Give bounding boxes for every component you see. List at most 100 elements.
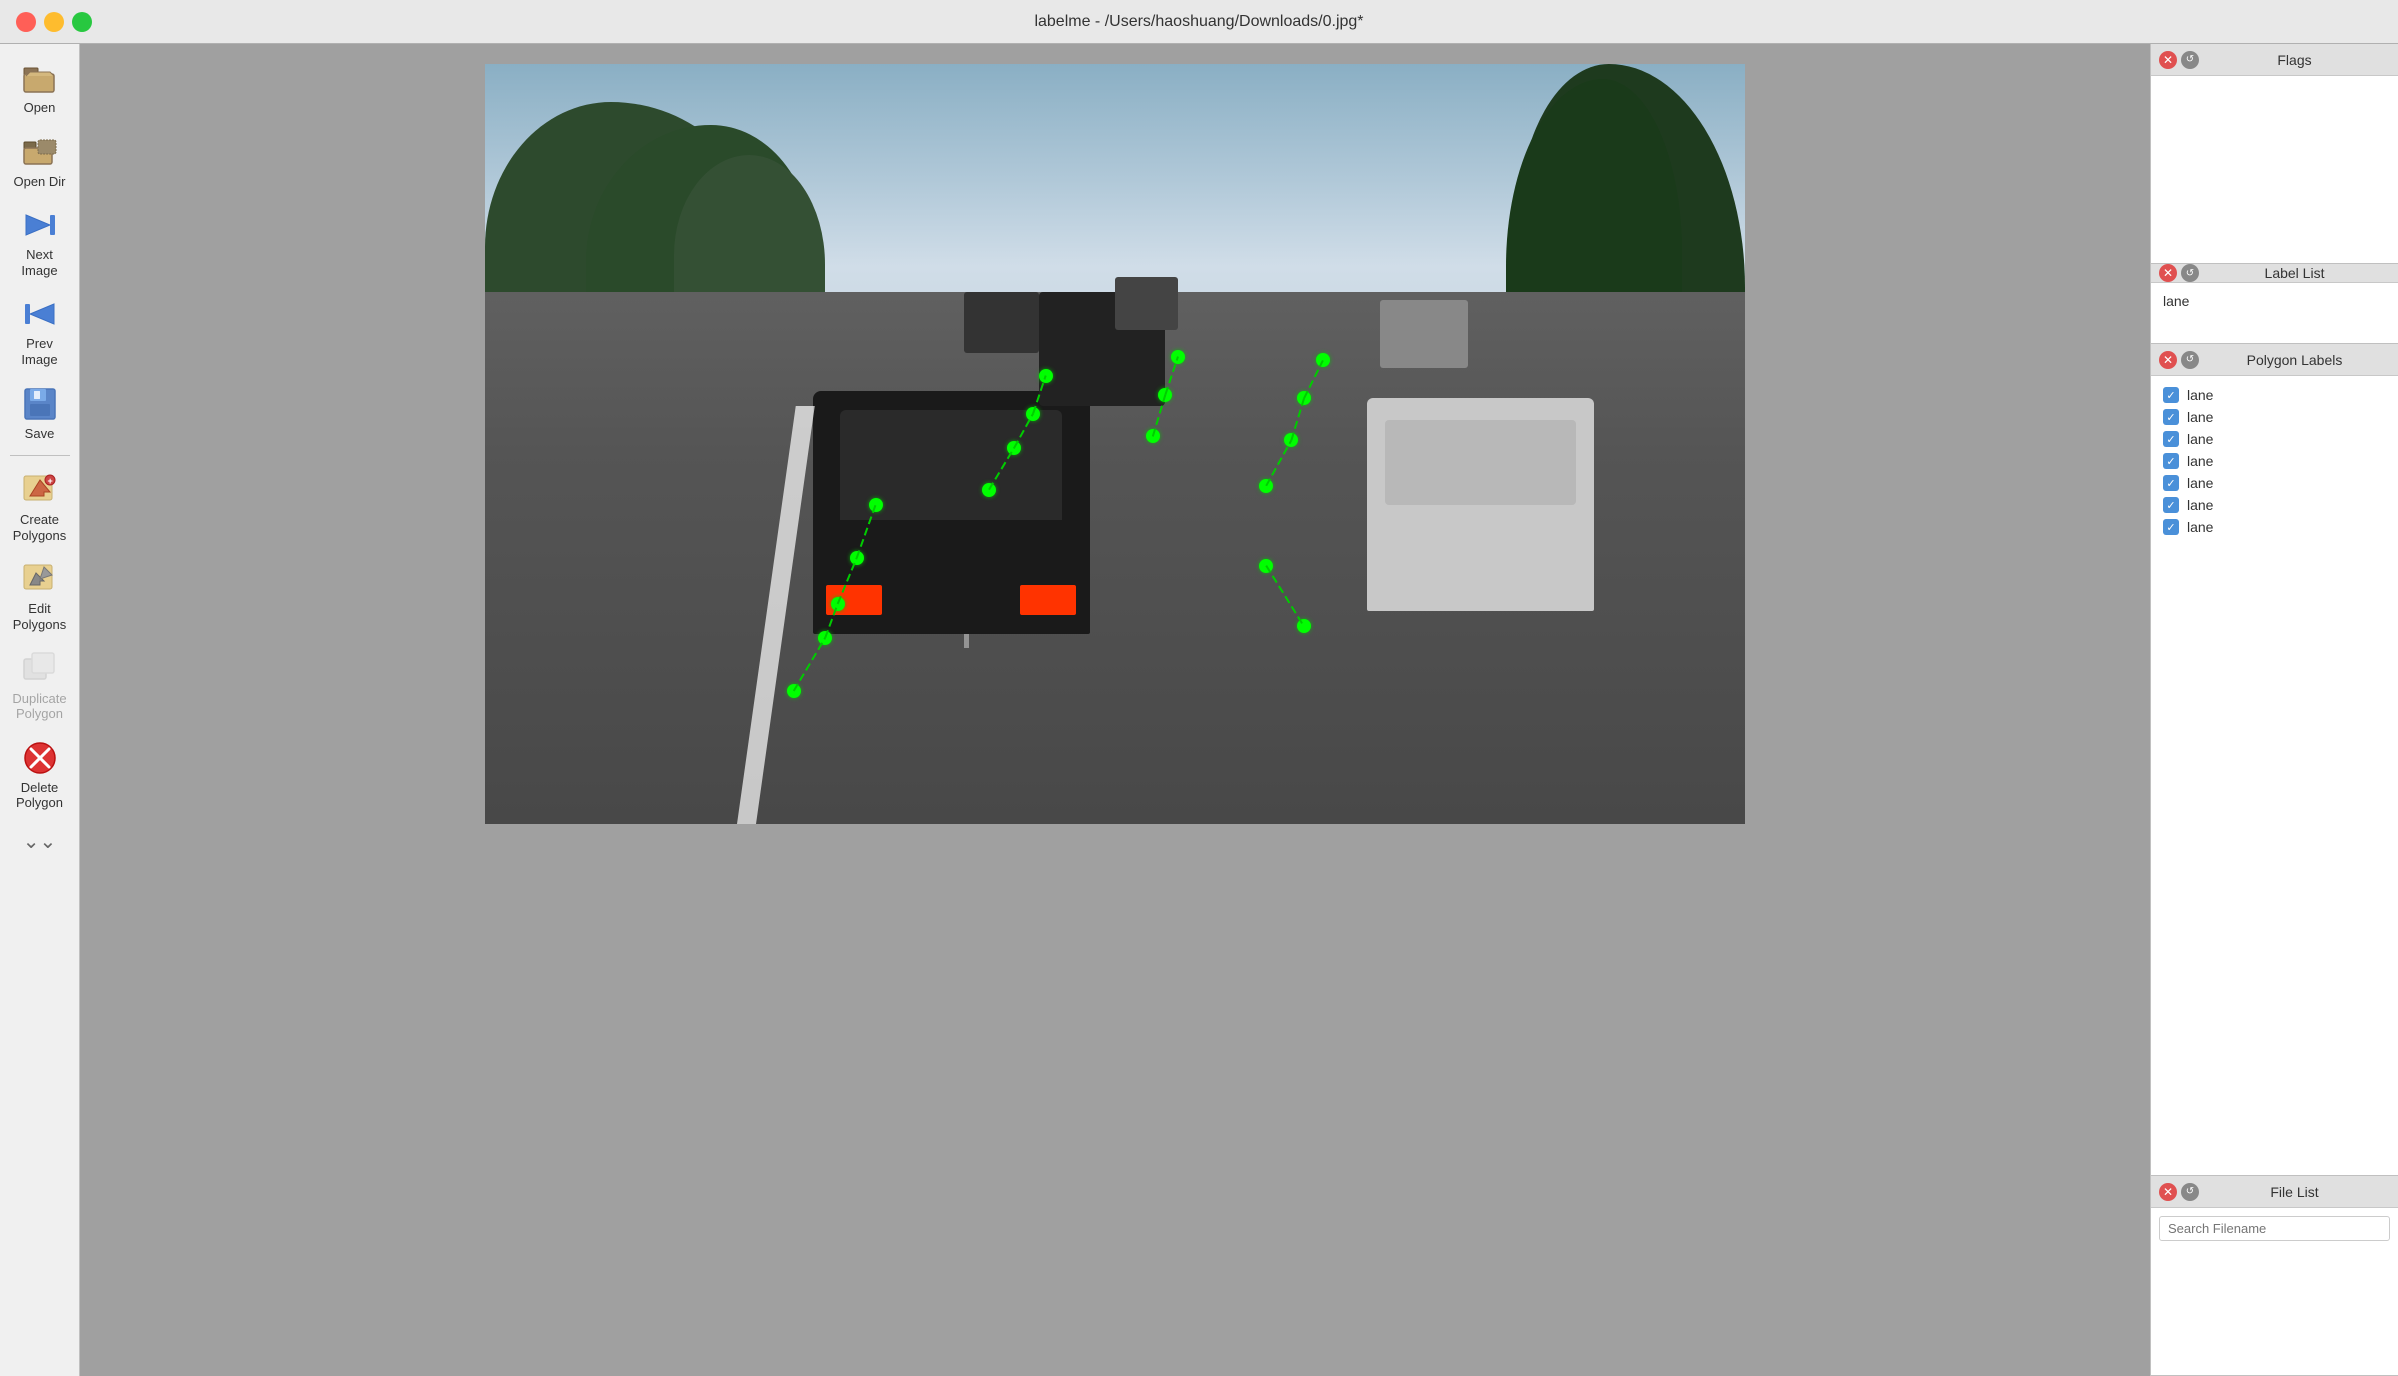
polygon-label-row-1: lane — [2159, 406, 2390, 428]
file-list-body — [2151, 1208, 2398, 1375]
label-list-close-button[interactable]: ✕ — [2159, 264, 2177, 282]
green-dot-12 — [1171, 350, 1185, 364]
file-list-section: ✕ ↺ File List — [2151, 1176, 2398, 1376]
edit-polygons-icon — [20, 559, 60, 599]
polygon-label-row-4: lane — [2159, 472, 2390, 494]
green-dot-1 — [787, 684, 801, 698]
polygon-label-text-0: lane — [2187, 387, 2213, 403]
minimize-button[interactable] — [44, 12, 64, 32]
save-button[interactable]: Save — [4, 378, 76, 448]
label-list-title: Label List — [2199, 265, 2390, 281]
delete-polygon-label: Delete Polygon — [8, 780, 72, 811]
polygon-label-text-5: lane — [2187, 497, 2213, 513]
flags-body — [2151, 76, 2398, 263]
right-panel: ✕ ↺ Flags ✕ ↺ Label List lane ✕ ↺ Polygo… — [2150, 44, 2398, 1376]
close-button[interactable] — [16, 12, 36, 32]
canvas-area — [80, 44, 2150, 1376]
green-dot-5 — [869, 498, 883, 512]
polygon-label-text-2: lane — [2187, 431, 2213, 447]
green-dot-6 — [982, 483, 996, 497]
open-button[interactable]: Open — [4, 52, 76, 122]
file-list-title: File List — [2199, 1184, 2390, 1200]
flags-section: ✕ ↺ Flags — [2151, 44, 2398, 264]
polygon-label-row-5: lane — [2159, 494, 2390, 516]
car-right-white — [1367, 398, 1594, 611]
prev-image-button[interactable]: Prev Image — [4, 288, 76, 373]
create-polygons-button[interactable]: + Create Polygons — [4, 464, 76, 549]
polygon-checkbox-5[interactable] — [2163, 497, 2179, 513]
polygon-labels-reset-button[interactable]: ↺ — [2181, 351, 2199, 369]
polygon-label-text-3: lane — [2187, 453, 2213, 469]
polygon-checkbox-3[interactable] — [2163, 453, 2179, 469]
search-filename-input[interactable] — [2159, 1216, 2390, 1241]
polygon-label-row-0: lane — [2159, 384, 2390, 406]
maximize-button[interactable] — [72, 12, 92, 32]
create-polygons-label: Create Polygons — [8, 512, 72, 543]
road-image — [485, 64, 1745, 824]
duplicate-polygon-button[interactable]: Duplicate Polygon — [4, 643, 76, 728]
label-list-item-0: lane — [2159, 291, 2390, 311]
polygon-checkbox-4[interactable] — [2163, 475, 2179, 491]
open-dir-label: Open Dir — [13, 174, 65, 190]
flags-header: ✕ ↺ Flags — [2151, 44, 2398, 76]
flags-reset-button[interactable]: ↺ — [2181, 51, 2199, 69]
polygon-checkbox-6[interactable] — [2163, 519, 2179, 535]
green-dot-16 — [1316, 353, 1330, 367]
next-image-icon — [20, 205, 60, 245]
polygon-checkbox-1[interactable] — [2163, 409, 2179, 425]
green-dot-11 — [1158, 388, 1172, 402]
label-list-header: ✕ ↺ Label List — [2151, 264, 2398, 283]
polygon-labels-body: lane lane lane lane lane — [2151, 376, 2398, 1175]
green-dot-15 — [1297, 391, 1311, 405]
toolbar: Open Open Dir Next Image — [0, 44, 80, 1376]
open-dir-icon — [20, 132, 60, 172]
car-front-large — [813, 391, 1090, 634]
polygon-label-text-4: lane — [2187, 475, 2213, 491]
open-label: Open — [24, 100, 56, 116]
save-icon — [20, 384, 60, 424]
polygon-label-text-6: lane — [2187, 519, 2213, 535]
flags-title: Flags — [2199, 52, 2390, 68]
polygon-labels-close-button[interactable]: ✕ — [2159, 351, 2177, 369]
delete-polygon-button[interactable]: Delete Polygon — [4, 732, 76, 817]
window-title: labelme - /Users/haoshuang/Downloads/0.j… — [1034, 13, 1363, 31]
flags-close-button[interactable]: ✕ — [2159, 51, 2177, 69]
edit-polygons-button[interactable]: Edit Polygons — [4, 553, 76, 638]
duplicate-polygon-label: Duplicate Polygon — [8, 691, 72, 722]
main-layout: Open Open Dir Next Image — [0, 44, 2398, 1376]
next-image-button[interactable]: Next Image — [4, 199, 76, 284]
polygon-checkbox-0[interactable] — [2163, 387, 2179, 403]
green-dot-3 — [831, 597, 845, 611]
open-icon — [20, 58, 60, 98]
polygon-label-text-1: lane — [2187, 409, 2213, 425]
polygon-labels-header: ✕ ↺ Polygon Labels — [2151, 344, 2398, 376]
file-list-reset-button[interactable]: ↺ — [2181, 1183, 2199, 1201]
create-polygons-icon: + — [20, 470, 60, 510]
polygon-label-row-6: lane — [2159, 516, 2390, 538]
title-bar: labelme - /Users/haoshuang/Downloads/0.j… — [0, 0, 2398, 44]
prev-image-icon — [20, 294, 60, 334]
green-dot-17 — [1259, 559, 1273, 573]
toolbar-divider-1 — [10, 455, 70, 456]
open-dir-button[interactable]: Open Dir — [4, 126, 76, 196]
duplicate-polygon-icon — [20, 649, 60, 689]
svg-text:+: + — [47, 476, 52, 486]
car-distant-3 — [1380, 300, 1468, 368]
green-dot-4 — [850, 551, 864, 565]
image-container — [485, 64, 1745, 824]
car-distant-2 — [1115, 277, 1178, 330]
car-distant-1 — [964, 292, 1040, 353]
green-dot-13 — [1259, 479, 1273, 493]
polygon-label-row-3: lane — [2159, 450, 2390, 472]
prev-image-label: Prev Image — [8, 336, 72, 367]
polygon-checkbox-2[interactable] — [2163, 431, 2179, 447]
green-dot-10 — [1146, 429, 1160, 443]
green-dot-9 — [1039, 369, 1053, 383]
file-list-close-button[interactable]: ✕ — [2159, 1183, 2177, 1201]
polygon-labels-title: Polygon Labels — [2199, 352, 2390, 368]
expand-toolbar-button[interactable]: ⌄⌄ — [23, 821, 57, 862]
label-list-section: ✕ ↺ Label List lane — [2151, 264, 2398, 344]
label-list-reset-button[interactable]: ↺ — [2181, 264, 2199, 282]
window-controls — [16, 12, 92, 32]
green-dot-18 — [1297, 619, 1311, 633]
